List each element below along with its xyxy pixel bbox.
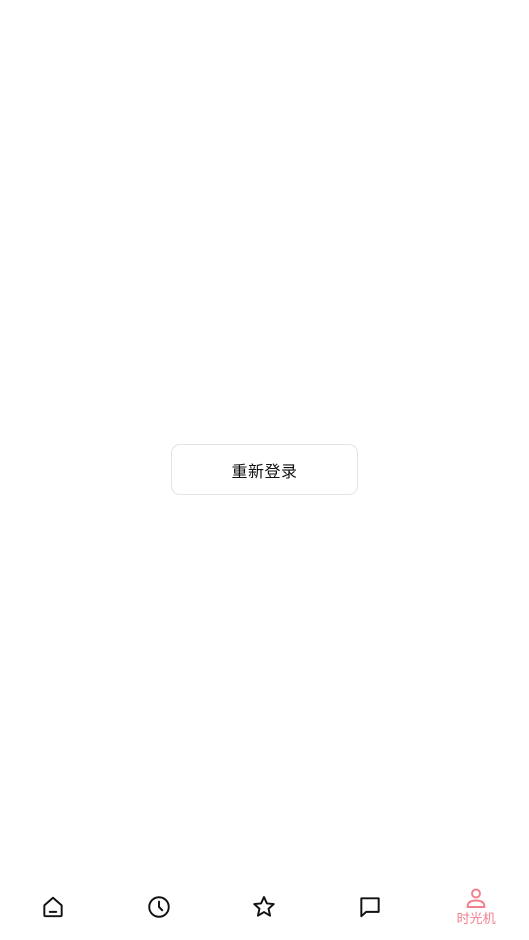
relogin-button[interactable]: 重新登录 — [171, 444, 358, 495]
star-icon — [253, 896, 276, 917]
app-screen: 重新登录 时光机 — [0, 0, 529, 940]
clock-icon — [147, 896, 170, 918]
tab-messages[interactable] — [317, 876, 423, 940]
person-icon — [466, 888, 486, 908]
tab-favorites[interactable] — [212, 876, 318, 940]
home-icon — [43, 896, 63, 918]
tab-history[interactable] — [106, 876, 212, 940]
tab-home[interactable] — [0, 876, 106, 940]
tab-time-machine[interactable]: 时光机 — [423, 876, 529, 940]
message-icon — [360, 897, 380, 918]
tab-label-time-machine: 时光机 — [456, 912, 496, 927]
bottom-tab-bar: 时光机 — [0, 876, 529, 940]
